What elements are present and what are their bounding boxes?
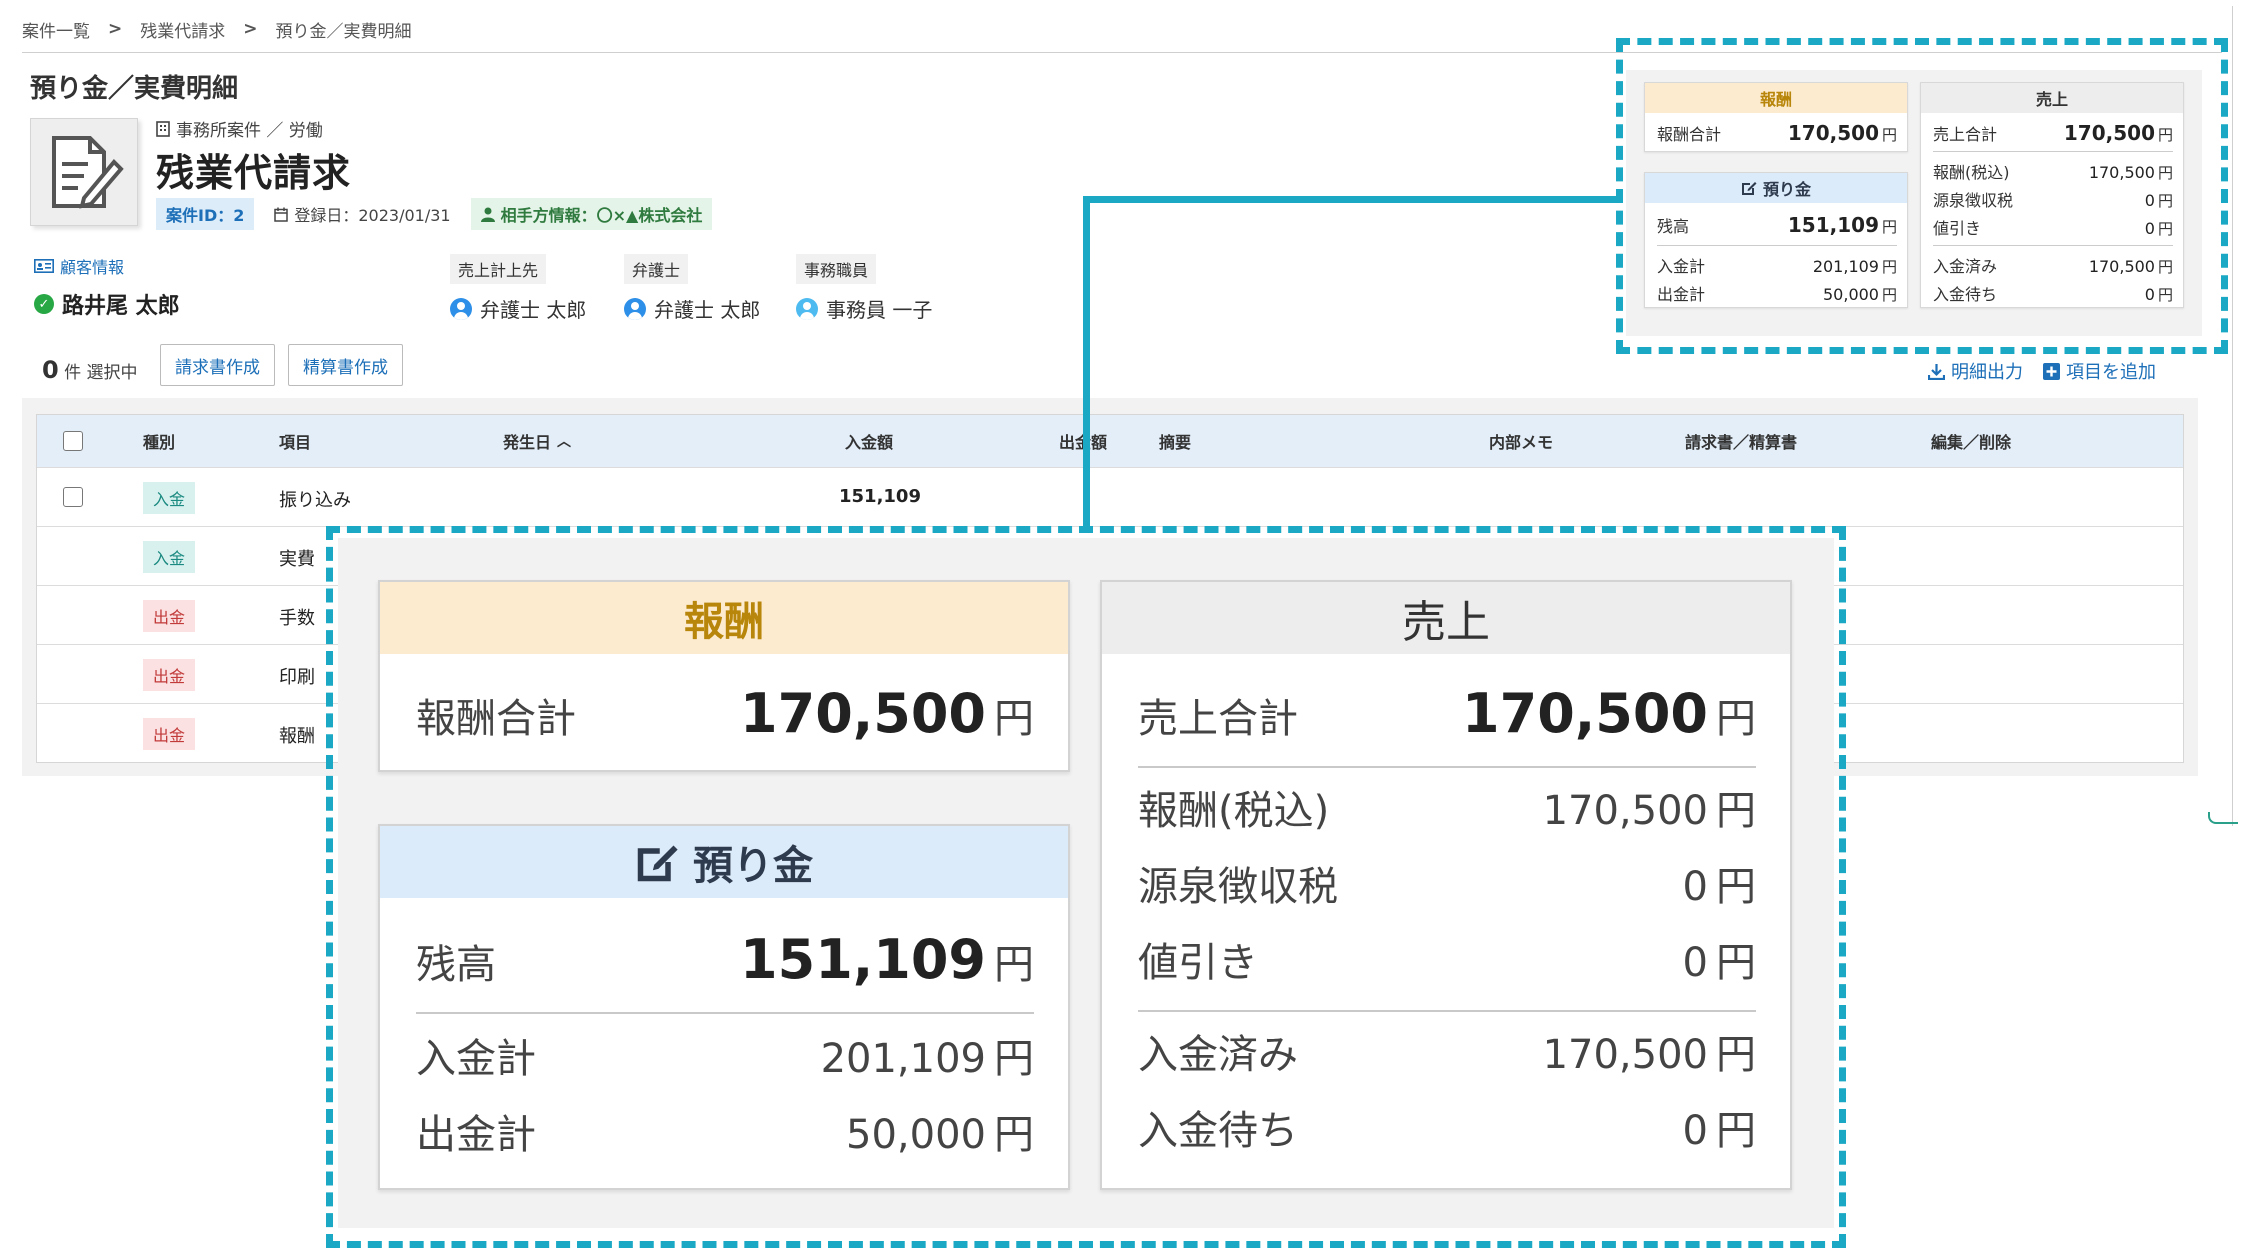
client-name-text: 路井尾 太郎 <box>62 294 180 319</box>
opponent-info-badge[interactable]: 相手方情報：〇×▲株式会社 <box>470 198 713 230</box>
sort-up-icon: ︿ <box>557 434 572 450</box>
kind-badge: 出金 <box>143 659 196 691</box>
client-info: 顧客情報 ✓ 路井尾 太郎 <box>34 254 180 320</box>
kind-badge: 出金 <box>143 718 196 750</box>
sales-recipient-name: 弁護士 太郎 <box>480 298 587 322</box>
case-name: 残業代請求 <box>156 151 352 195</box>
scroll-edge-mark <box>2208 812 2238 824</box>
calendar-icon <box>274 207 289 222</box>
highlight-frame-small <box>1616 38 2228 354</box>
select-all-checkbox[interactable] <box>63 431 83 451</box>
col-date-text: 発生日 <box>503 433 552 452</box>
sales-recipient-value[interactable]: 弁護士 太郎 <box>450 294 586 323</box>
row-item: 印刷 <box>279 667 315 688</box>
add-item-link[interactable]: 項目を追加 <box>2043 358 2156 384</box>
row-item: 実費 <box>279 549 315 570</box>
client-name[interactable]: ✓ 路井尾 太郎 <box>34 288 180 320</box>
registered-date: 登録日：2023/01/31 <box>274 202 451 226</box>
kind-badge: 入金 <box>143 482 196 514</box>
lawyer: 弁護士 弁護士 太郎 <box>624 254 760 323</box>
selection-count-number: 0 <box>42 356 59 384</box>
breadcrumb-item-cases[interactable]: 案件一覧 <box>22 17 90 42</box>
col-item: 項目 <box>279 433 312 452</box>
col-kind: 種別 <box>143 433 176 452</box>
kind-badge: 入金 <box>143 541 196 573</box>
opponent-info-text: 相手方情報：〇×▲株式会社 <box>500 206 703 225</box>
row-item: 報酬 <box>279 726 315 747</box>
lawyer-label: 弁護士 <box>624 254 689 284</box>
client-info-label: 顧客情報 <box>34 254 124 278</box>
breadcrumb-item-current: 預り金／実費明細 <box>275 21 412 42</box>
highlight-frame-zoomed <box>326 526 1846 1248</box>
sales-recipient-label: 売上計上先 <box>450 254 547 284</box>
selection-count-suffix: 件 選択中 <box>64 363 138 383</box>
building-icon <box>156 120 170 137</box>
breadcrumb-separator: > <box>243 19 258 39</box>
col-date[interactable]: 発生日 ︿ <box>503 429 571 453</box>
table-actions: 明細出力 項目を追加 <box>1928 358 2156 384</box>
lawyer-name: 弁護士 太郎 <box>654 298 761 322</box>
id-card-icon <box>34 259 54 273</box>
table-row[interactable]: 入金 振り込み 151,109 <box>37 467 2183 526</box>
user-avatar-icon <box>624 297 646 320</box>
download-icon <box>1928 363 1945 380</box>
case-meta: 案件ID：2 登録日：2023/01/31 相手方情報：〇×▲株式会社 <box>156 198 713 230</box>
registered-date-text: 登録日：2023/01/31 <box>294 206 451 225</box>
col-edit: 編集／削除 <box>1931 433 2012 452</box>
lawyer-value[interactable]: 弁護士 太郎 <box>624 294 760 323</box>
export-details-text: 明細出力 <box>1951 362 2023 383</box>
person-icon <box>480 207 495 222</box>
col-invoice: 請求書／精算書 <box>1685 433 1798 452</box>
row-item: 手数 <box>279 608 315 629</box>
sales-recipient: 売上計上先 弁護士 太郎 <box>450 254 586 323</box>
staff-value[interactable]: 事務員 一子 <box>796 294 932 323</box>
add-item-text: 項目を追加 <box>2066 362 2156 383</box>
document-edit-icon <box>30 118 138 226</box>
case-category: 事務所案件 ／ 労働 <box>156 116 323 141</box>
table-header: 種別 項目 発生日 ︿ 入金額 出金額 摘要 内部メモ 請求書／精算書 編集／削… <box>37 415 2183 467</box>
user-avatar-icon <box>796 297 818 320</box>
kind-badge: 出金 <box>143 600 196 632</box>
user-avatar-icon <box>450 297 472 320</box>
page-title: 預り金／実費明細 <box>30 74 239 104</box>
breadcrumb-item-case[interactable]: 残業代請求 <box>140 17 225 42</box>
row-income: 151,109 <box>839 486 921 507</box>
breadcrumb: 案件一覧 > 残業代請求 > 預り金／実費明細 <box>22 14 412 44</box>
export-details-link[interactable]: 明細出力 <box>1928 358 2023 384</box>
plus-square-icon <box>2043 362 2060 380</box>
col-memo: 内部メモ <box>1489 433 1554 452</box>
callout-connector-horizontal <box>1083 196 1621 203</box>
case-category-text: 事務所案件 ／ 労働 <box>176 121 323 141</box>
row-checkbox[interactable] <box>63 487 83 507</box>
staff-name: 事務員 一子 <box>826 298 933 322</box>
case-id-badge: 案件ID：2 <box>156 198 255 230</box>
callout-connector-vertical <box>1083 196 1090 530</box>
staff-label: 事務職員 <box>796 254 877 284</box>
col-summary: 摘要 <box>1159 433 1192 452</box>
page-edge-divider <box>2232 6 2233 826</box>
verified-check-icon: ✓ <box>34 294 54 314</box>
create-settlement-button[interactable]: 精算書作成 <box>288 344 403 386</box>
row-item: 振り込み <box>279 490 351 511</box>
selection-count: 0 件 選択中 <box>42 356 138 384</box>
create-invoice-button[interactable]: 請求書作成 <box>160 344 275 386</box>
breadcrumb-separator: > <box>108 19 123 39</box>
client-info-label-text: 顧客情報 <box>60 258 125 277</box>
col-income: 入金額 <box>845 433 894 452</box>
staff: 事務職員 事務員 一子 <box>796 254 932 323</box>
